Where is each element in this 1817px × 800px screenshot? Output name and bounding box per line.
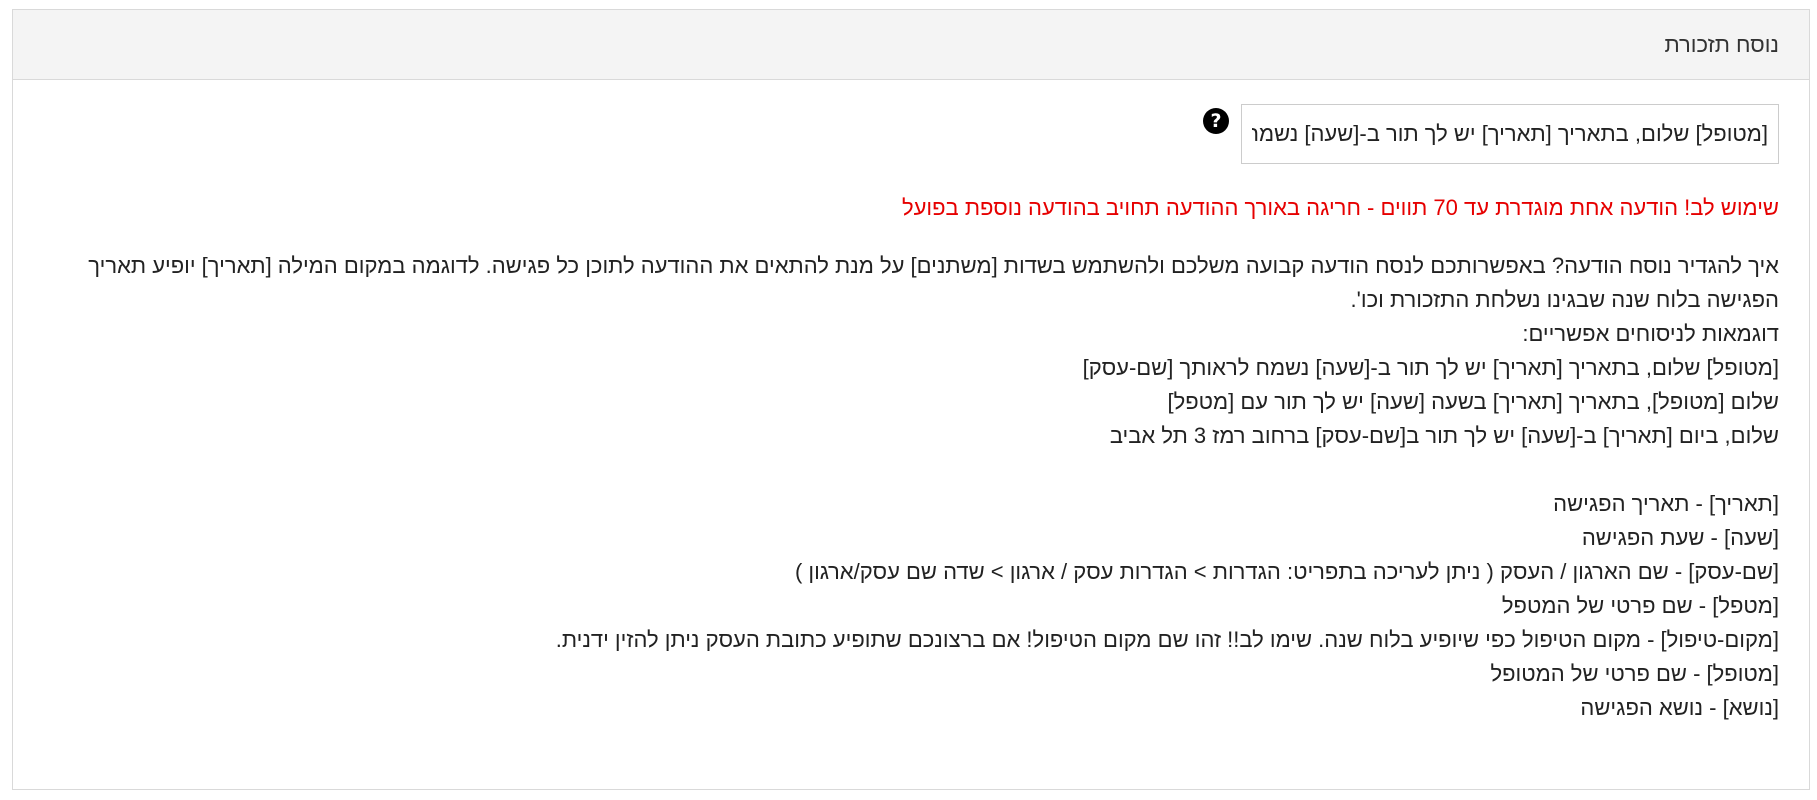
variable-line: [שעה] - שעת הפגישה: [1581, 525, 1779, 550]
character-limit-warning: שימוש לב! הודעה אחת מוגדרת עד 70 תווים -…: [901, 195, 1779, 220]
variable-line: [מטפל] - שם פרטי של המטפל: [1501, 593, 1779, 618]
question-circle-icon[interactable]: ?: [1203, 108, 1229, 134]
variable-line: [נושא] - נושא הפגישה: [1580, 695, 1779, 720]
variable-line: [מקום-טיפול] - מקום הטיפול כפי שיופיע בל…: [555, 627, 1779, 652]
panel-header: נוסח תזכורת: [13, 10, 1809, 80]
instructions-intro-line-1: איך להגדיר נוסח הודעה? באפשרותכם לנסח הו…: [88, 253, 1779, 278]
example-line: שלום, ביום [תאריך] ב-[שעה] יש לך תור ב[ש…: [1109, 423, 1779, 448]
variable-line: [תאריך] - תאריך הפגישה: [1553, 491, 1779, 516]
template-input-row: ?: [43, 104, 1779, 164]
example-line: שלום [מטופל], בתאריך [תאריך] בשעה [שעה] …: [1167, 389, 1779, 414]
example-line: [מטופל] שלום, בתאריך [תאריך] יש לך תור ב…: [1082, 355, 1779, 380]
panel-body: ? שימוש לב! הודעה אחת מוגדרת עד 70 תווים…: [13, 80, 1809, 725]
examples-title: דוגמאות לניסוחים אפשריים:: [1522, 321, 1779, 346]
reminder-template-input[interactable]: [1241, 104, 1779, 164]
variable-line: [שם-עסק] - שם הארגון / העסק ( ניתן לעריכ…: [794, 559, 1779, 584]
reminder-template-panel: נוסח תזכורת ? שימוש לב! הודעה אחת מוגדרת…: [12, 9, 1810, 790]
variable-line: [מטופל] - שם פרטי של המטופל: [1490, 661, 1779, 686]
instructions: איך להגדיר נוסח הודעה? באפשרותכם לנסח הו…: [43, 249, 1779, 725]
instructions-intro-line-2: הפגישה בלוח שנה שבגינו נשלחת התזכורת וכו…: [1350, 287, 1779, 312]
panel-title: נוסח תזכורת: [1664, 31, 1779, 57]
